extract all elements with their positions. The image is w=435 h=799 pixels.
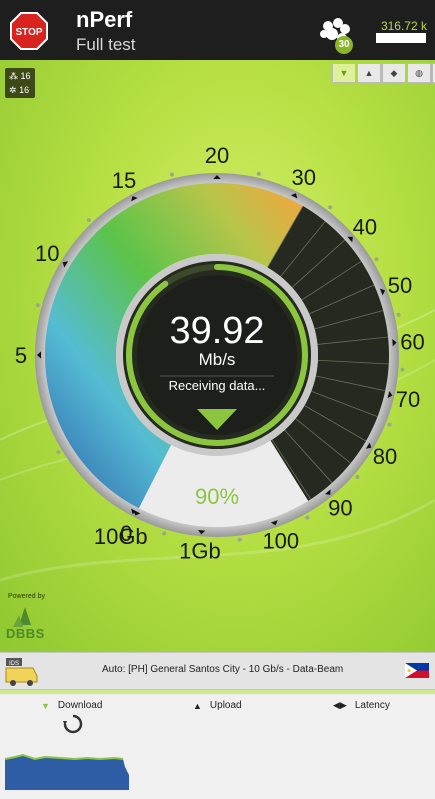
gauge-scale-label: 15 bbox=[112, 168, 136, 193]
view-switcher: ▼ ▲ ◆ ◍ ⊡ bbox=[331, 63, 435, 83]
download-view-button[interactable]: ▼ bbox=[332, 63, 356, 83]
gauge-minor-dot bbox=[305, 515, 310, 520]
gauge-minor-dot bbox=[355, 475, 360, 480]
speed-unit: Mb/s bbox=[199, 350, 236, 369]
upload-view-button[interactable]: ▲ bbox=[357, 63, 381, 83]
download-chart-area bbox=[5, 755, 129, 790]
upload-stat-count: 16 bbox=[20, 71, 31, 81]
tab-upload[interactable]: ▲ Upload bbox=[193, 700, 242, 711]
tab-download[interactable]: ▼ Download bbox=[41, 700, 102, 711]
gauge-minor-dot bbox=[170, 172, 175, 177]
server-description: Auto: [PH] General Santos City - 10 Gb/s… bbox=[102, 664, 344, 675]
gauge-scale-label: 1Gb bbox=[179, 538, 221, 563]
upload-icon: ▲ bbox=[364, 68, 374, 78]
gauge-minor-dot bbox=[396, 312, 401, 317]
results-divider bbox=[0, 690, 435, 694]
speed-gauge: 05101520304050607080901001Gb10Gb 39.92 M… bbox=[0, 143, 435, 582]
peer-stats: ⁂ 16 ✲ 16 bbox=[5, 68, 35, 98]
globe-icon: ◍ bbox=[415, 67, 423, 78]
gauge-minor-dot bbox=[162, 531, 167, 536]
gauge-scale-label: 70 bbox=[396, 387, 420, 412]
gauge-scale-label: 60 bbox=[400, 329, 424, 354]
gauge-scale-label: 5 bbox=[15, 343, 27, 368]
gauge-scale-label: 50 bbox=[388, 273, 412, 298]
powered-by-label: Powered by bbox=[8, 593, 45, 600]
latency-icon: ◆ bbox=[390, 67, 398, 78]
server-badge: IDS bbox=[9, 661, 19, 667]
progress-percent: 90% bbox=[195, 484, 239, 509]
gauge-minor-dot bbox=[86, 218, 91, 223]
dbbs-logo-text: DBBS bbox=[6, 626, 45, 641]
app-header: STOP nPerf Full test 30 316.72 k bbox=[0, 0, 435, 60]
data-usage-bar bbox=[376, 33, 426, 43]
gauge-scale-label: 100 bbox=[262, 528, 299, 553]
gauge-scale-label: 80 bbox=[373, 444, 397, 469]
server-selector[interactable]: IDS Auto: [PH] General Santos City - 10 … bbox=[0, 652, 435, 690]
tab-latency-label: Latency bbox=[354, 700, 390, 711]
tab-upload-label: Upload bbox=[209, 700, 242, 711]
gauge-minor-dot bbox=[35, 303, 40, 308]
tab-latency[interactable]: ◀▶ Latency bbox=[333, 700, 390, 711]
download-icon: ▼ bbox=[339, 68, 349, 78]
gauge-minor-dot bbox=[237, 537, 242, 542]
speed-value: 39.92 bbox=[169, 310, 264, 352]
gauge-minor-dot bbox=[387, 422, 392, 427]
download-stat-icon: ✲ bbox=[9, 85, 17, 95]
gauge-minor-dot bbox=[374, 257, 379, 262]
download-stat-count: 16 bbox=[19, 85, 30, 95]
gauge-scale-label: 40 bbox=[353, 214, 377, 239]
data-used: 316.72 k bbox=[380, 19, 427, 33]
tab-download-label: Download bbox=[57, 700, 103, 711]
gauge-minor-dot bbox=[256, 171, 261, 176]
server-count-badge: 30 bbox=[335, 36, 353, 54]
server-truck-icon: IDS bbox=[5, 658, 38, 686]
globe-view-button[interactable]: ◍ bbox=[407, 63, 431, 83]
download-speed-chart bbox=[5, 753, 129, 790]
gauge-minor-dot bbox=[400, 367, 405, 372]
loading-spinner-icon bbox=[63, 714, 83, 734]
latency-icon: ◀▶ bbox=[333, 700, 347, 710]
upload-stat-icon: ⁂ bbox=[9, 71, 18, 81]
gauge-minor-dot bbox=[328, 205, 333, 210]
philippines-flag-icon bbox=[405, 663, 429, 678]
test-type: Full test bbox=[76, 35, 136, 54]
status-text: Receiving data... bbox=[169, 378, 266, 393]
gauge-area: 0 5 10 15 20 30 40 50 60 70 80 90 100 1Gb 10Gb 39.92 M… bbox=[0, 60, 435, 652]
gauge-scale-label: 90 bbox=[328, 495, 352, 520]
download-icon: ▼ bbox=[41, 700, 50, 711]
upload-icon: ▲ bbox=[193, 700, 202, 711]
stop-button[interactable]: STOP bbox=[10, 12, 48, 50]
gauge-minor-dot bbox=[56, 450, 61, 455]
stop-label: STOP bbox=[15, 27, 42, 38]
gauge-scale-label: 10Gb bbox=[94, 524, 148, 549]
gauge-scale-label: 20 bbox=[205, 143, 229, 168]
latency-view-button[interactable]: ◆ bbox=[382, 63, 406, 83]
gauge-scale-label: 10 bbox=[35, 241, 59, 266]
gauge-scale-label: 30 bbox=[292, 165, 316, 190]
app-title: nPerf bbox=[76, 7, 133, 32]
